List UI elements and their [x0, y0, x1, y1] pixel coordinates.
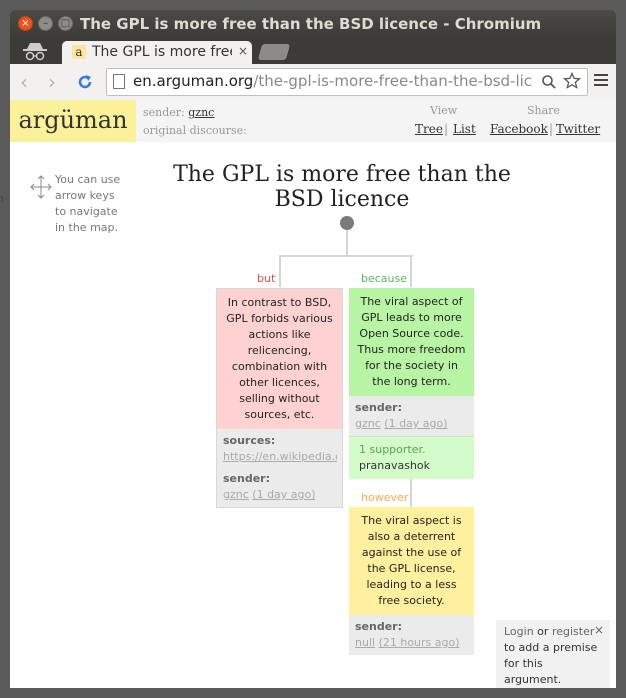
- timestamp: (1 day ago): [384, 417, 448, 430]
- premise-card-however[interactable]: The viral aspect is also a deterrent aga…: [349, 507, 474, 655]
- page-icon: [113, 74, 125, 89]
- premise-card-but[interactable]: In contrast to BSD, GPL forbids various …: [216, 288, 343, 508]
- favicon-icon: a: [72, 45, 86, 59]
- share-twitter-link[interactable]: Twitter: [556, 122, 600, 136]
- original-discourse-label: original discourse:: [143, 124, 247, 137]
- window-maximize-button[interactable]: □: [58, 16, 73, 31]
- premise-footer: sender: gznc (1 day ago): [349, 396, 474, 436]
- premise-footer: sender: null (21 hours ago): [349, 615, 474, 655]
- sender-label: sender:: [355, 401, 402, 414]
- login-link[interactable]: Login: [504, 625, 534, 638]
- sender-link[interactable]: null: [355, 636, 375, 649]
- window-minimize-button[interactable]: –: [38, 16, 53, 31]
- address-bar[interactable]: en.arguman.org/the-gpl-is-more-free-than…: [106, 68, 588, 96]
- navigation-hint: You can use arrow keys to navigate in th…: [55, 173, 121, 234]
- search-icon[interactable]: [541, 74, 557, 94]
- timestamp: (21 hours ago): [378, 636, 460, 649]
- argument-root-node[interactable]: [340, 216, 354, 230]
- tab-bar: a The GPL is more free than the BSD lice…: [10, 38, 616, 64]
- window-close-button[interactable]: ×: [18, 16, 33, 31]
- title-bar: × – □ The GPL is more free than the BSD …: [10, 10, 616, 38]
- sender-link[interactable]: gznc: [188, 106, 214, 119]
- forward-icon[interactable]: ›: [48, 70, 56, 94]
- url-text: en.arguman.org/the-gpl-is-more-free-than…: [133, 72, 533, 90]
- bookmark-star-icon[interactable]: [562, 71, 582, 94]
- view-tree-link[interactable]: Tree: [415, 122, 443, 136]
- site-logo[interactable]: argüman: [10, 100, 136, 142]
- premise-text: The viral aspect of GPL leads to more Op…: [357, 295, 466, 388]
- connector-line: [279, 255, 281, 287]
- sender-line: sender: gznc: [143, 106, 215, 119]
- supporters-box[interactable]: 1 supporter. pranavashok: [349, 436, 474, 479]
- sources-label: sources:: [223, 434, 276, 447]
- connector-line: [346, 230, 348, 256]
- separator: |: [549, 122, 554, 136]
- back-icon[interactable]: ‹: [20, 70, 28, 94]
- supporter-count: 1 supporter.: [359, 443, 426, 456]
- timestamp: (1 day ago): [252, 488, 316, 501]
- arrow-keys-icon: [30, 174, 52, 200]
- login-prompt: × Login or register to add a premise for…: [496, 620, 610, 688]
- site-header: argüman sender: gznc original discourse:…: [10, 100, 616, 143]
- sender-link[interactable]: gznc: [355, 417, 381, 430]
- share-label: Share: [527, 104, 560, 117]
- tab-label: The GPL is more free than the BSD licenc…: [92, 44, 232, 60]
- sender-label: sender:: [355, 620, 402, 633]
- login-prompt-text: to add a premise for this argument.: [504, 641, 598, 686]
- relation-because: because: [361, 272, 408, 285]
- offscreen-text-fragment: on: [0, 192, 4, 205]
- argument-map[interactable]: You can use arrow keys to navigate in th…: [10, 142, 616, 688]
- share-facebook-link[interactable]: Facebook: [490, 122, 548, 136]
- sender-link[interactable]: gznc: [223, 488, 249, 501]
- menu-icon[interactable]: [594, 74, 608, 89]
- premise-text: The viral aspect is also a deterrent aga…: [361, 514, 462, 607]
- browser-window: × – □ The GPL is more free than the BSD …: [10, 10, 616, 688]
- browser-toolbar: ‹ › en.arguman.org/the-gpl-is-more-free-…: [10, 64, 616, 101]
- premise-card-because[interactable]: The viral aspect of GPL leads to more Op…: [349, 288, 474, 479]
- relation-but: but: [257, 272, 276, 285]
- reload-icon[interactable]: [76, 73, 94, 95]
- tab-active[interactable]: a The GPL is more free than the BSD lice…: [62, 41, 252, 64]
- incognito-icon: [18, 40, 52, 62]
- connector-line: [410, 255, 412, 287]
- new-tab-button[interactable]: [257, 44, 291, 60]
- premise-footer: sources: https://en.wikipedia.org/wiki/G…: [217, 429, 342, 507]
- tab-close-icon[interactable]: ×: [238, 44, 248, 58]
- window-title: The GPL is more free than the BSD licenc…: [80, 15, 542, 33]
- view-list-link[interactable]: List: [453, 122, 476, 136]
- view-label: View: [430, 104, 458, 117]
- register-link[interactable]: register: [552, 625, 594, 638]
- connector-line: [279, 255, 413, 257]
- connector-line: [410, 477, 412, 507]
- close-icon[interactable]: ×: [594, 622, 604, 638]
- sources-link[interactable]: https://en.wikipedia.org/wiki/GNU_Genera…: [223, 449, 337, 465]
- supporter-name[interactable]: pranavashok: [359, 458, 464, 474]
- premise-text: In contrast to BSD, GPL forbids various …: [226, 296, 333, 421]
- argument-title: The GPL is more free than the BSD licenc…: [173, 162, 511, 212]
- separator: |: [444, 122, 449, 136]
- sender-label: sender:: [223, 472, 270, 485]
- relation-however: however: [361, 491, 409, 504]
